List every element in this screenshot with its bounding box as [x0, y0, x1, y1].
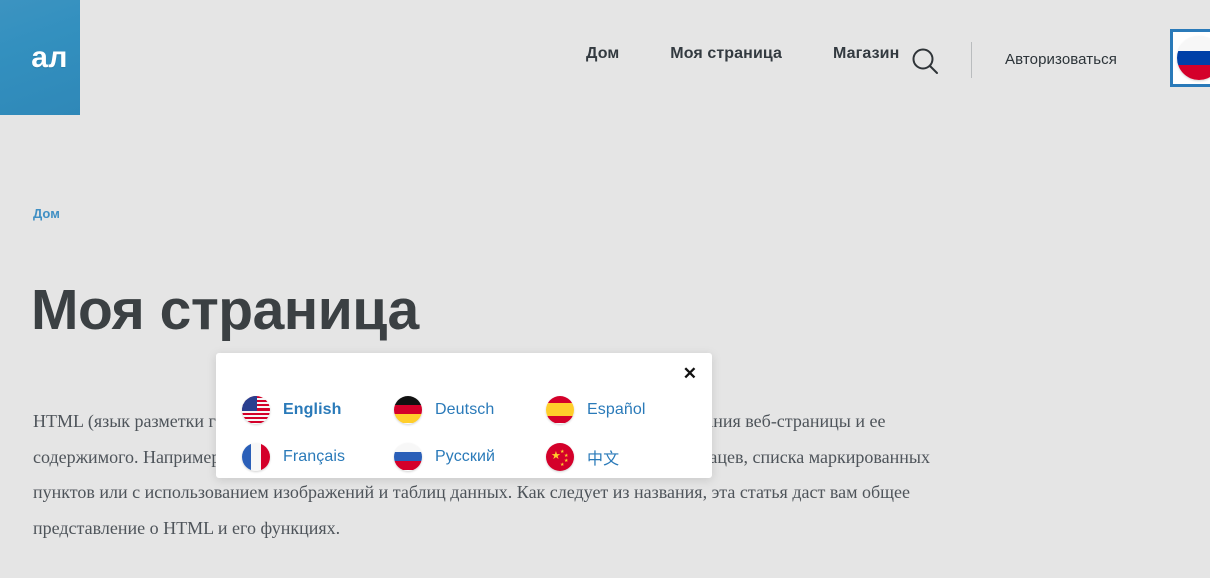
- signin-link[interactable]: Авторизоваться: [1005, 51, 1117, 68]
- language-label: Français: [283, 447, 346, 465]
- flag-cn-icon: ★ ★ ★ ★ ★: [546, 442, 574, 471]
- site-header: ал Дом Моя страница Магазин Авторизовать…: [0, 0, 1210, 115]
- nav-item-shop[interactable]: Магазин: [833, 45, 899, 63]
- flag-fr-icon: [242, 442, 270, 471]
- page-root: ал Дом Моя страница Магазин Авторизовать…: [0, 0, 1210, 578]
- language-option-chinese[interactable]: ★ ★ ★ ★ ★ 中文: [546, 433, 698, 480]
- site-logo[interactable]: ал: [0, 0, 80, 115]
- language-option-espanol[interactable]: Español: [546, 386, 698, 433]
- breadcrumb[interactable]: Дом: [33, 206, 60, 221]
- language-label: 中文: [587, 450, 620, 468]
- language-label: Español: [587, 400, 646, 418]
- language-option-english[interactable]: English: [242, 386, 394, 433]
- main-navigation: Дом Моя страница Магазин: [586, 45, 899, 63]
- language-label: English: [283, 400, 342, 418]
- close-icon[interactable]: ✕: [680, 362, 700, 385]
- language-label: Русский: [435, 447, 496, 465]
- nav-item-home[interactable]: Дом: [586, 45, 619, 63]
- language-option-russian[interactable]: Русский: [394, 433, 546, 480]
- svg-text:★: ★: [564, 458, 569, 464]
- page-title: Моя страница: [31, 278, 419, 342]
- search-icon[interactable]: [909, 45, 941, 77]
- svg-text:★: ★: [560, 462, 565, 468]
- language-option-deutsch[interactable]: Deutsch: [394, 386, 546, 433]
- language-modal: ✕ English Deutsch Español Français Русск…: [216, 353, 712, 478]
- language-label: Deutsch: [435, 400, 495, 418]
- header-divider: [971, 42, 972, 78]
- flag-ru-icon: [1177, 36, 1210, 80]
- language-option-francais[interactable]: Français: [242, 433, 394, 480]
- language-selector-button[interactable]: [1170, 29, 1210, 87]
- flag-es-icon: [546, 395, 574, 424]
- nav-item-my-page[interactable]: Моя страница: [670, 45, 782, 63]
- flag-us-icon: [242, 395, 270, 424]
- language-options-grid: English Deutsch Español Français Русский…: [242, 386, 698, 480]
- site-logo-text: ал: [31, 40, 68, 74]
- flag-ru-icon: [394, 442, 422, 471]
- flag-de-icon: [394, 395, 422, 424]
